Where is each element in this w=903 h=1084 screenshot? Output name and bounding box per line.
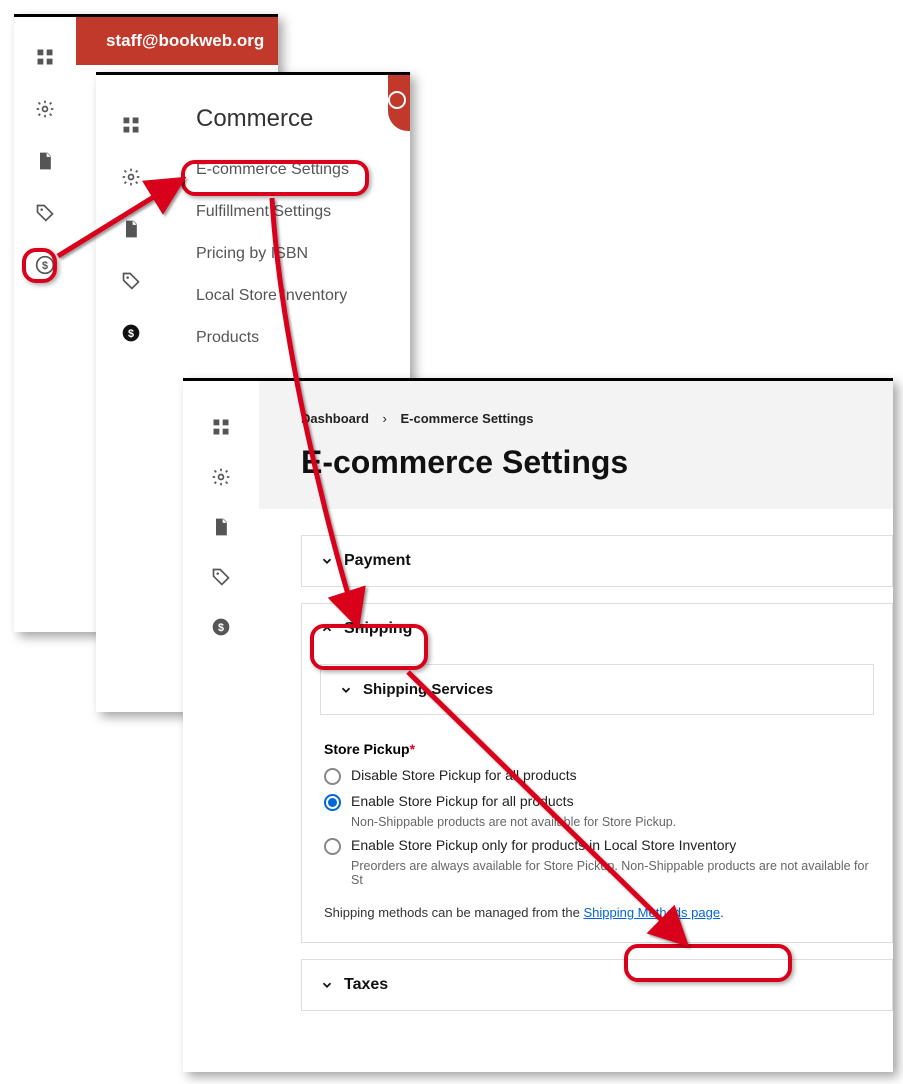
dashboard-icon[interactable] xyxy=(121,115,141,135)
option-label: Disable Store Pickup for all products xyxy=(351,767,577,783)
breadcrumb-root[interactable]: Dashboard xyxy=(301,411,369,426)
section-taxes: Taxes xyxy=(301,959,893,1011)
menu-item-local-store-inventory[interactable]: Local Store Inventory xyxy=(196,287,400,305)
required-marker: * xyxy=(410,741,415,757)
commerce-menu: Commerce E-commerce Settings Fulfillment… xyxy=(176,95,400,371)
svg-text:$: $ xyxy=(128,328,134,340)
sidebar: $ xyxy=(96,75,166,712)
option-1-note: Non-Shippable products are not available… xyxy=(351,815,874,829)
tag-icon[interactable] xyxy=(121,271,141,291)
svg-text:$: $ xyxy=(42,260,48,272)
panel-ecommerce-settings: $ Dashboard › E-commerce Settings E-comm… xyxy=(183,378,893,1072)
chevron-down-icon xyxy=(339,683,353,697)
menu-item-ecommerce-settings[interactable]: E-commerce Settings xyxy=(196,161,400,179)
page-icon[interactable] xyxy=(35,151,55,171)
page-content: Dashboard › E-commerce Settings E-commer… xyxy=(259,381,893,1072)
chevron-down-icon xyxy=(320,554,334,568)
subsection-label: Shipping Services xyxy=(363,681,493,698)
settings-accordion: Payment Shipping Shipping Services xyxy=(301,535,893,1011)
sidebar: $ xyxy=(14,17,76,632)
page-header: Dashboard › E-commerce Settings E-commer… xyxy=(259,381,893,509)
tag-icon[interactable] xyxy=(211,567,231,587)
gear-icon[interactable] xyxy=(35,99,55,119)
store-pickup-option-1[interactable]: Enable Store Pickup for all products xyxy=(324,793,874,811)
section-payment: Payment xyxy=(301,535,893,587)
page-icon[interactable] xyxy=(121,219,141,239)
dollar-icon[interactable]: $ xyxy=(35,255,55,275)
dashboard-icon[interactable] xyxy=(211,417,231,437)
section-taxes-header[interactable]: Taxes xyxy=(302,960,892,1010)
option-label: Enable Store Pickup only for products in… xyxy=(351,837,736,853)
section-shipping-body: Shipping Services Store Pickup* Disable … xyxy=(302,664,892,942)
dollar-icon[interactable]: $ xyxy=(211,617,231,637)
gear-icon[interactable] xyxy=(121,167,141,187)
menu-item-pricing-by-isbn[interactable]: Pricing by ISBN xyxy=(196,245,400,263)
sidebar: $ xyxy=(183,381,259,1072)
user-header: staff@bookweb.org xyxy=(76,17,278,65)
page-icon[interactable] xyxy=(211,517,231,537)
menu-title: Commerce xyxy=(196,105,400,133)
option-label: Enable Store Pickup for all products xyxy=(351,793,574,809)
menu-item-products[interactable]: Products xyxy=(196,329,400,347)
radio-icon[interactable] xyxy=(324,794,341,811)
menu-item-fulfillment-settings[interactable]: Fulfillment Settings xyxy=(196,203,400,221)
store-pickup-option-0[interactable]: Disable Store Pickup for all products xyxy=(324,767,874,785)
gear-icon[interactable] xyxy=(211,467,231,487)
breadcrumb: Dashboard › E-commerce Settings xyxy=(301,411,851,426)
store-pickup-option-2[interactable]: Enable Store Pickup only for products in… xyxy=(324,837,874,855)
shipping-methods-link[interactable]: Shipping Methods page xyxy=(583,905,720,920)
chevron-down-icon xyxy=(320,978,334,992)
chevron-up-icon xyxy=(320,622,334,636)
breadcrumb-current: E-commerce Settings xyxy=(401,411,534,426)
section-shipping: Shipping Shipping Services Store Pickup* xyxy=(301,603,893,943)
radio-icon[interactable] xyxy=(324,838,341,855)
dollar-icon[interactable]: $ xyxy=(121,323,141,343)
svg-text:$: $ xyxy=(218,622,224,634)
section-payment-label: Payment xyxy=(344,552,411,570)
section-taxes-label: Taxes xyxy=(344,976,388,994)
page-title: E-commerce Settings xyxy=(301,444,851,481)
subsection-shipping-services: Shipping Services xyxy=(320,664,874,715)
subsection-shipping-services-header[interactable]: Shipping Services xyxy=(321,665,873,714)
breadcrumb-separator: › xyxy=(383,411,387,426)
store-pickup-label: Store Pickup* xyxy=(324,741,874,757)
section-payment-header[interactable]: Payment xyxy=(302,536,892,586)
section-shipping-label: Shipping xyxy=(344,620,412,638)
dashboard-icon[interactable] xyxy=(35,47,55,67)
user-email: staff@bookweb.org xyxy=(106,31,264,51)
section-shipping-header[interactable]: Shipping xyxy=(302,604,892,654)
radio-icon[interactable] xyxy=(324,768,341,785)
footnote-prefix: Shipping methods can be managed from the xyxy=(324,905,583,920)
shipping-footnote: Shipping methods can be managed from the… xyxy=(324,905,874,920)
option-2-note: Preorders are always available for Store… xyxy=(351,859,874,887)
tag-icon[interactable] xyxy=(35,203,55,223)
footnote-suffix: . xyxy=(720,905,724,920)
